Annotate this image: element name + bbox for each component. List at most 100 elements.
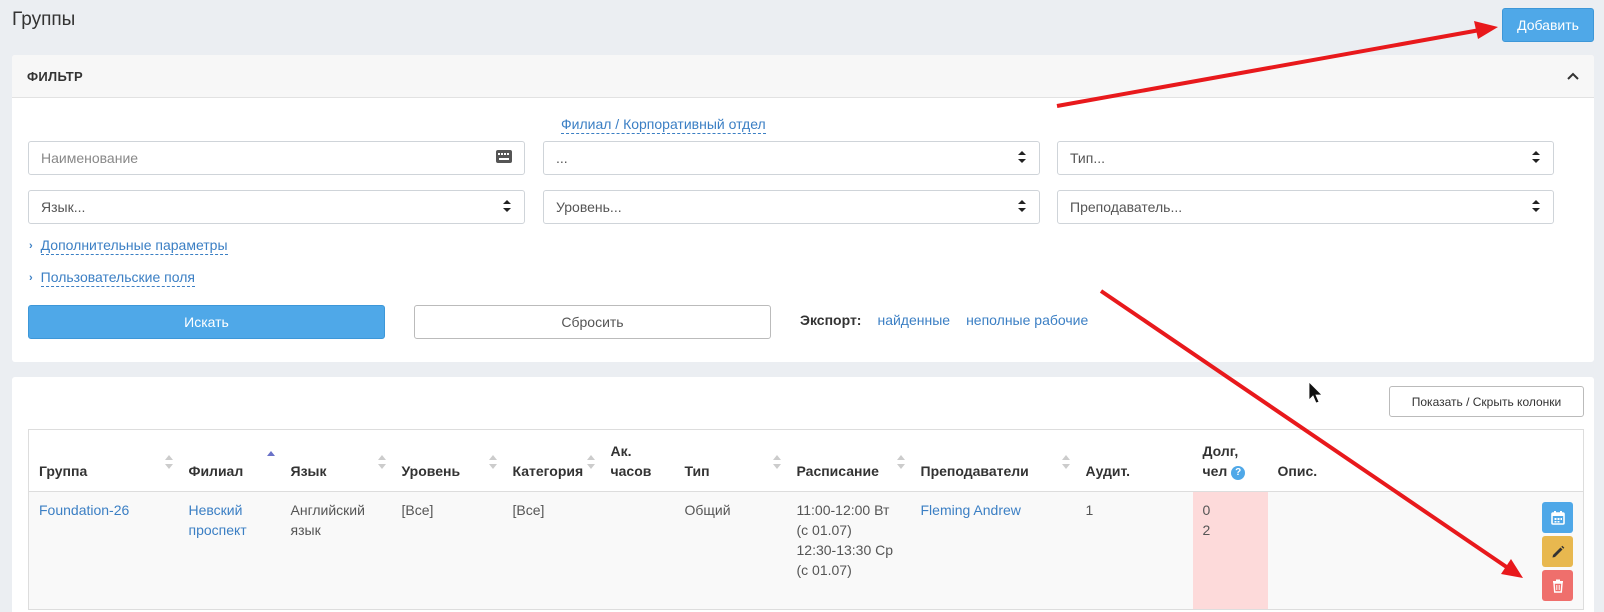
col-group[interactable]: Группа <box>28 429 179 492</box>
sort-icon <box>586 455 595 469</box>
search-button[interactable]: Искать <box>28 305 385 339</box>
teacher-select-placeholder: Преподаватель... <box>1070 199 1183 215</box>
branch-select-value: ... <box>556 150 568 166</box>
export-label: Экспорт: <box>800 312 862 328</box>
col-room[interactable]: Аудит. <box>1075 429 1193 492</box>
debt-value-1: 0 <box>1202 502 1211 518</box>
actions-cell <box>1267 491 1584 610</box>
branch-link-line-2[interactable]: проспект <box>189 522 247 538</box>
teacher-select[interactable]: Преподаватель... <box>1057 190 1554 224</box>
col-teachers[interactable]: Преподаватели <box>910 429 1076 492</box>
table-panel: Показать / Скрыть колонки Группа Филиал … <box>12 377 1594 612</box>
col-language-label: Язык <box>290 463 327 479</box>
teacher-link[interactable]: Fleming Andrew <box>921 502 1021 518</box>
col-category-label: Категория <box>512 463 584 479</box>
group-link[interactable]: Foundation-26 <box>39 502 129 518</box>
export-links: Экспорт: найденные неполные рабочие <box>800 312 1088 328</box>
pencil-icon <box>1552 545 1564 557</box>
language-line-2: язык <box>290 522 321 538</box>
filter-header[interactable]: ФИЛЬТР <box>12 55 1594 98</box>
col-type-label: Тип <box>684 463 710 479</box>
sort-icon <box>896 455 905 469</box>
custom-fields-label: Пользовательские поля <box>40 269 195 287</box>
debt-value-2: 2 <box>1202 522 1211 538</box>
select-arrows-icon <box>502 199 512 216</box>
reset-button[interactable]: Сбросить <box>414 305 771 339</box>
filter-panel: ФИЛЬТР Филиал / Корпоративный отдел Наим… <box>12 55 1594 362</box>
help-icon[interactable]: ? <box>1231 466 1246 480</box>
col-debt-label-1: Долг, <box>1202 443 1239 459</box>
level-value: [Все] <box>401 502 434 518</box>
col-teachers-label: Преподаватели <box>920 463 1029 479</box>
col-category[interactable]: Категория <box>502 429 601 492</box>
calendar-icon <box>1550 510 1565 525</box>
table-header-row: Группа Филиал Язык Уровень Категория Ак.… <box>28 429 1584 492</box>
select-arrows-icon <box>1017 199 1027 216</box>
name-input[interactable]: Наименование <box>28 141 525 175</box>
add-button[interactable]: Добавить <box>1502 8 1594 42</box>
sort-asc-icon <box>266 451 275 456</box>
room-value: 1 <box>1085 502 1094 518</box>
col-desc-label: Опис. <box>1277 463 1318 479</box>
col-hours[interactable]: Ак. часов <box>600 429 675 492</box>
sort-icon <box>1061 455 1070 469</box>
select-arrows-icon <box>1531 150 1541 167</box>
col-type[interactable]: Тип <box>674 429 787 492</box>
col-level[interactable]: Уровень <box>391 429 503 492</box>
col-debt-label-2: чел <box>1202 463 1228 479</box>
col-hours-label-2: часов <box>610 463 652 479</box>
level-select[interactable]: Уровень... <box>543 190 1040 224</box>
col-schedule[interactable]: Расписание <box>786 429 911 492</box>
col-room-label: Аудит. <box>1085 463 1131 479</box>
select-arrows-icon <box>1017 150 1027 167</box>
schedule-line-2: (с 01.07) <box>796 522 852 538</box>
schedule-line-3: 12:30-13:30 Ср <box>796 542 894 558</box>
branch-link-line-1[interactable]: Невский <box>189 502 243 518</box>
branch-select[interactable]: ... <box>543 141 1040 175</box>
level-select-placeholder: Уровень... <box>556 199 622 215</box>
col-level-label: Уровень <box>401 463 461 479</box>
export-partial-link[interactable]: неполные рабочие <box>966 312 1088 328</box>
name-input-placeholder: Наименование <box>41 150 139 166</box>
category-value: [Все] <box>512 502 545 518</box>
type-select-placeholder: Тип... <box>1070 150 1106 166</box>
col-group-label: Группа <box>39 463 88 479</box>
sort-icon <box>164 455 173 469</box>
chevron-up-icon[interactable] <box>1566 69 1580 83</box>
keyboard-icon[interactable] <box>496 150 512 166</box>
select-arrows-icon <box>1531 199 1541 216</box>
edit-button[interactable] <box>1542 536 1573 567</box>
type-value: Общий <box>684 502 731 518</box>
col-debt[interactable]: Долг, чел ? <box>1192 429 1268 492</box>
table-row: Foundation-26 Невский проспект Английски… <box>28 491 1584 610</box>
branch-department-link[interactable]: Филиал / Корпоративный отдел <box>561 116 766 134</box>
filter-title: ФИЛЬТР <box>27 68 84 84</box>
page-title: Группы <box>12 9 76 30</box>
col-schedule-label: Расписание <box>796 463 879 479</box>
delete-button[interactable] <box>1542 570 1573 601</box>
trash-icon <box>1552 579 1563 593</box>
sort-icon <box>377 455 386 469</box>
export-found-link[interactable]: найденные <box>877 312 950 328</box>
extra-params-toggle[interactable]: › Дополнительные параметры <box>29 237 228 255</box>
groups-table: Группа Филиал Язык Уровень Категория Ак.… <box>28 429 1584 610</box>
col-language[interactable]: Язык <box>280 429 392 492</box>
toggle-columns-button[interactable]: Показать / Скрыть колонки <box>1389 386 1584 417</box>
schedule-line-1: 11:00-12:00 Вт <box>796 502 890 518</box>
calendar-button[interactable] <box>1542 502 1573 533</box>
language-select-placeholder: Язык... <box>41 199 86 215</box>
type-select[interactable]: Тип... <box>1057 141 1554 175</box>
custom-fields-toggle[interactable]: › Пользовательские поля <box>29 269 195 287</box>
chevron-right-icon: › <box>29 272 33 284</box>
col-desc[interactable]: Опис. <box>1267 429 1584 492</box>
col-branch[interactable]: Филиал <box>178 429 281 492</box>
sort-icon <box>772 455 781 469</box>
sort-icon <box>488 455 497 469</box>
language-select[interactable]: Язык... <box>28 190 525 224</box>
schedule-line-4: (с 01.07) <box>796 562 852 578</box>
col-hours-label-1: Ак. <box>610 443 632 459</box>
language-line-1: Английский <box>290 502 365 518</box>
debt-cell: 0 2 <box>1192 491 1268 610</box>
extra-params-label: Дополнительные параметры <box>40 237 228 255</box>
col-branch-label: Филиал <box>188 463 244 479</box>
